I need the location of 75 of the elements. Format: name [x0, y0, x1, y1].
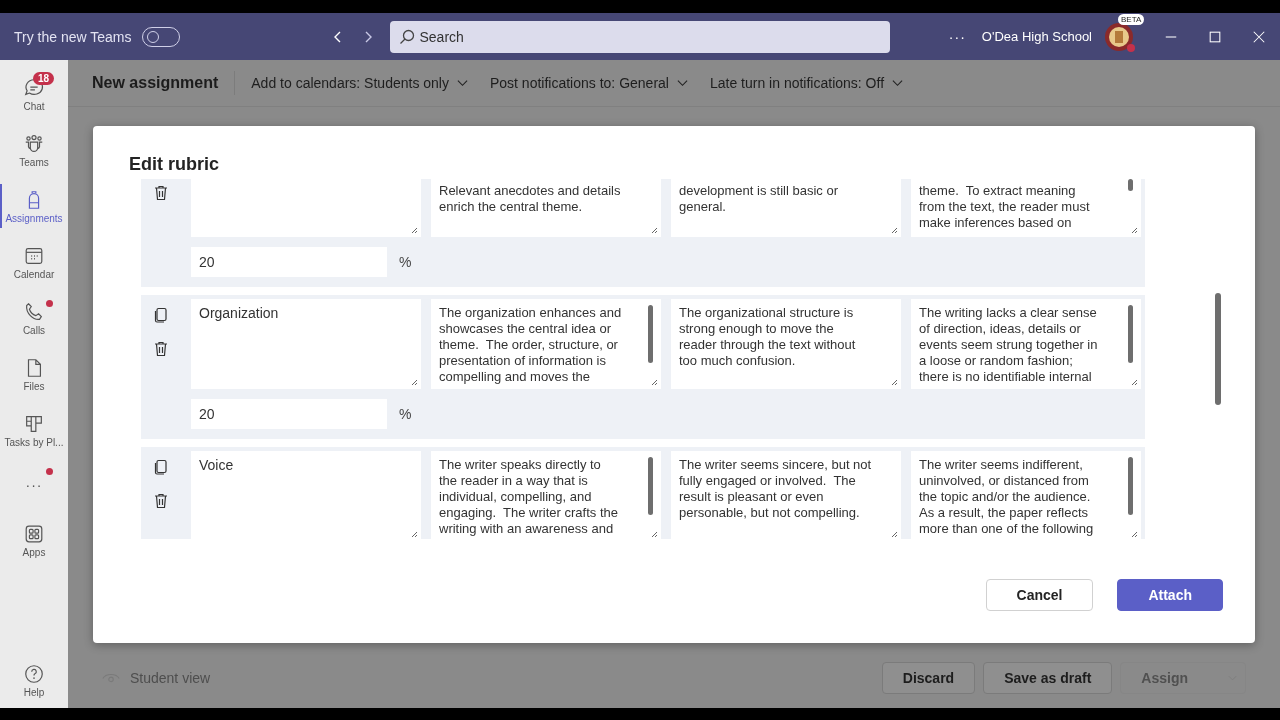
- organization-name: O'Dea High School: [981, 29, 1092, 44]
- sidebar-item[interactable]: Calls: [0, 290, 68, 346]
- percent-label: %: [399, 254, 412, 270]
- scrollbar-thumb[interactable]: [1128, 305, 1133, 363]
- criterion-name-field[interactable]: [191, 179, 421, 237]
- chevron-down-icon: [892, 79, 904, 87]
- weight-field[interactable]: 20: [191, 399, 387, 429]
- footer-button[interactable]: Save as draft: [983, 662, 1113, 694]
- attach-button[interactable]: Attach: [1117, 579, 1223, 611]
- resize-grip-icon: [1130, 226, 1138, 234]
- footer-button[interactable]: Discard: [881, 662, 976, 694]
- criterion-name-field[interactable]: Voice: [191, 451, 421, 539]
- descriptor-field[interactable]: development is still basic or general.: [671, 179, 901, 237]
- cancel-button[interactable]: Cancel: [985, 579, 1094, 611]
- scrollbar-thumb[interactable]: [1128, 179, 1133, 191]
- chevron-down-icon: [676, 79, 688, 87]
- sidebar-item[interactable]: Apps: [0, 512, 68, 568]
- sidebar-item[interactable]: Tasks by Pl...: [0, 402, 68, 458]
- descriptor-field[interactable]: The writer seems indifferent, uninvolved, or distanced from the topic and/or the audience. As a result, the paper reflects more than one of the following: [911, 451, 1141, 539]
- scrollbar-thumb[interactable]: [1215, 293, 1221, 405]
- chevron-down-icon: [456, 79, 468, 87]
- resize-grip-icon: [410, 226, 418, 234]
- dialog-title: Edit rubric: [129, 154, 220, 175]
- sidebar-item[interactable]: ···: [0, 458, 68, 512]
- option-dropdown[interactable]: Post notifications to: General: [489, 75, 688, 91]
- copy-icon[interactable]: [154, 459, 168, 475]
- people-icon: [23, 132, 45, 155]
- maximize-icon[interactable]: [1208, 29, 1222, 44]
- scrollbar-thumb[interactable]: [1128, 457, 1133, 515]
- resize-grip-icon: [410, 378, 418, 386]
- phone-icon: [23, 300, 45, 323]
- resize-grip-icon: [890, 378, 898, 386]
- sidebar-item[interactable]: Calendar: [0, 234, 68, 290]
- try-new-teams-label: Try the new Teams: [14, 28, 132, 45]
- resize-grip-icon: [650, 226, 658, 234]
- search-icon: [398, 28, 415, 45]
- resize-grip-icon: [1130, 530, 1138, 538]
- resize-grip-icon: [650, 378, 658, 386]
- descriptor-field[interactable]: Relevant anecdotes and details enrich the central theme.: [431, 179, 661, 237]
- status-dot: [1127, 43, 1135, 52]
- unread-badge: 18: [33, 72, 55, 85]
- resize-grip-icon: [410, 530, 418, 538]
- descriptor-field[interactable]: The writer speaks directly to the reader in a way that is individual, compelling, and engaging. The writer crafts the writing with an awareness and: [431, 451, 661, 539]
- resize-grip-icon: [650, 530, 658, 538]
- sidebar-item[interactable]: Teams: [0, 122, 68, 178]
- criterion-name-field[interactable]: Organization: [191, 299, 421, 389]
- descriptor-field[interactable]: The organizational structure is strong enough to move the reader through the text without too much confusion.: [671, 299, 901, 389]
- descriptor-field[interactable]: The writer seems sincere, but not fully engaged or involved. The result is pleasant or even personable, but not compelling.: [671, 451, 901, 539]
- resize-grip-icon: [890, 530, 898, 538]
- sidebar-item[interactable]: Assignments: [0, 178, 68, 234]
- copy-icon[interactable]: [154, 307, 168, 323]
- option-dropdown[interactable]: Late turn in notifications: Off: [709, 75, 904, 91]
- descriptor-field[interactable]: The organization enhances and showcases the central idea or theme. The order, structure, or presentation of information is compelling and moves the: [431, 299, 661, 389]
- sidebar-item[interactable]: Chat 18: [0, 66, 68, 122]
- more-options[interactable]: ···: [948, 28, 966, 45]
- delete-icon[interactable]: [154, 185, 168, 201]
- avatar[interactable]: [1104, 21, 1134, 52]
- search-field[interactable]: Search: [389, 20, 890, 53]
- percent-label: %: [399, 406, 412, 422]
- delete-icon[interactable]: [154, 493, 168, 509]
- page-title: New assignment: [92, 74, 219, 92]
- scrollbar-thumb[interactable]: [648, 305, 653, 363]
- scrollbar-thumb[interactable]: [648, 457, 653, 515]
- close-icon[interactable]: [1252, 29, 1266, 44]
- help-icon: [23, 662, 45, 685]
- option-dropdown[interactable]: Add to calendars: Students only: [251, 75, 468, 91]
- delete-icon[interactable]: [154, 341, 168, 357]
- sidebar-item[interactable]: Files: [0, 346, 68, 402]
- descriptor-field[interactable]: The writing lacks a clear sense of direction, ideas, details or events seem strung together in a loose or random fashion; there is no identifiable internal: [911, 299, 1141, 389]
- resize-grip-icon: [1130, 378, 1138, 386]
- beta-badge: BETA: [1118, 13, 1145, 25]
- weight-field[interactable]: 20: [191, 247, 387, 277]
- resize-grip-icon: [890, 226, 898, 234]
- help-button[interactable]: Help: [0, 652, 68, 708]
- descriptor-field[interactable]: theme. To extract meaning from the text, the reader must make inferences based on: [911, 179, 1141, 237]
